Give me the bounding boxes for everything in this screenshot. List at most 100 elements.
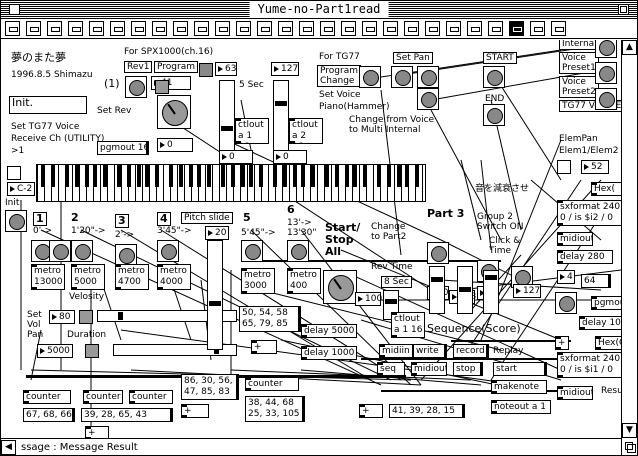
- delay5000-object[interactable]: delay 5000: [301, 324, 357, 338]
- c2-number[interactable]: C-2: [7, 182, 35, 196]
- slider-knob[interactable]: [275, 101, 287, 106]
- palette-tool-icon[interactable]: [152, 21, 167, 36]
- start-button[interactable]: [483, 66, 505, 88]
- spx-num-1[interactable]: 0: [219, 150, 253, 164]
- title-bar[interactable]: Yume-no-Part1read: [1, 1, 637, 19]
- list-object-2[interactable]: 86, 30, 56, 47, 85, 83: [181, 374, 239, 400]
- part3-slider-3[interactable]: [483, 270, 499, 314]
- ctlout-a216-object[interactable]: ctlout a 2 16: [289, 118, 323, 144]
- elem-toggle[interactable]: [557, 160, 571, 174]
- palette-tool-icon[interactable]: [47, 21, 62, 36]
- palette-tool-icon[interactable]: [110, 21, 125, 36]
- end-button[interactable]: [483, 104, 505, 126]
- n127-number[interactable]: 127: [271, 62, 299, 76]
- grow-box-icon[interactable]: [621, 437, 637, 455]
- section-4-button[interactable]: [157, 240, 179, 262]
- palette-tool-icon[interactable]: [320, 21, 335, 36]
- part3-button[interactable]: [427, 242, 449, 264]
- n52-number[interactable]: 52: [581, 160, 609, 174]
- palette-tool-icon[interactable]: [299, 21, 314, 36]
- slider-knob[interactable]: [118, 312, 123, 320]
- section-6-button[interactable]: [287, 240, 309, 262]
- n4-number[interactable]: 4: [557, 270, 575, 284]
- start-stop-dial[interactable]: [323, 270, 357, 304]
- n127b-number[interactable]: 127: [513, 284, 541, 298]
- write-message[interactable]: write: [413, 344, 447, 358]
- palette-tool-icon[interactable]: [341, 21, 356, 36]
- palette-tool-icon[interactable]: [530, 21, 545, 36]
- metro5000-object[interactable]: metro 5000: [71, 264, 105, 290]
- section-5-button[interactable]: [241, 240, 263, 262]
- scroll-down-arrow-icon[interactable]: ▼: [622, 423, 637, 438]
- palette-tool-icon[interactable]: [89, 21, 104, 36]
- metro13000-object[interactable]: metro 13000: [31, 264, 65, 290]
- spx-slider-1[interactable]: [219, 80, 235, 152]
- palette-tool-icon[interactable]: [131, 21, 146, 36]
- zoom-box[interactable]: [618, 4, 629, 15]
- set-pan-button-3[interactable]: [417, 88, 439, 110]
- voice-button-3[interactable]: [595, 88, 617, 110]
- horizontal-scrollbar[interactable]: ◀ ssage : Message Result: [1, 438, 622, 455]
- noteout-object[interactable]: noteout a 1: [491, 400, 551, 414]
- list-e[interactable]: 41, 39, 28, 15: [389, 404, 465, 418]
- slider-knob[interactable]: [209, 301, 221, 306]
- palette-tool-icon[interactable]: [5, 21, 20, 36]
- palette-tool-icon[interactable]: [446, 21, 461, 36]
- kslider-keyboard[interactable]: [36, 164, 426, 202]
- palette-tool-icon[interactable]: [236, 21, 251, 36]
- pgmout16-object[interactable]: pgmout 16: [97, 141, 149, 155]
- start-message[interactable]: start: [493, 362, 547, 376]
- plus-object-5[interactable]: +: [359, 404, 383, 418]
- kb-toggle[interactable]: [7, 166, 21, 180]
- vertical-scrollbar[interactable]: ▲ ▼: [621, 40, 637, 438]
- palette-tool-icon[interactable]: [509, 21, 524, 36]
- palette-tool-icon[interactable]: [26, 21, 41, 36]
- n100-number[interactable]: 100: [355, 292, 382, 306]
- palette-tool-icon[interactable]: [383, 21, 398, 36]
- ctlout-a116b-object[interactable]: ctlout a 1 16: [391, 312, 425, 338]
- palette-tool-icon[interactable]: [257, 21, 272, 36]
- palette-tool-icon[interactable]: [68, 21, 83, 36]
- plus-object-1[interactable]: +: [555, 336, 569, 350]
- init-button[interactable]: [5, 210, 27, 232]
- stop-message[interactable]: stop: [453, 362, 483, 376]
- palette-tool-icon[interactable]: [551, 21, 566, 36]
- record-message[interactable]: record: [453, 344, 489, 358]
- rev-dial[interactable]: [157, 95, 191, 129]
- plus-object-4[interactable]: +: [85, 426, 109, 438]
- pitch-slider[interactable]: [207, 240, 223, 350]
- slider-knob[interactable]: [221, 126, 233, 131]
- part3-slider-2[interactable]: [457, 266, 473, 314]
- aux-button[interactable]: [555, 292, 577, 314]
- section-1b-button[interactable]: [49, 240, 71, 262]
- spx-toggle[interactable]: [199, 63, 213, 77]
- palette-tool-icon[interactable]: [488, 21, 503, 36]
- metro3000-object[interactable]: metro 3000: [241, 268, 275, 294]
- palette-tool-icon[interactable]: [425, 21, 440, 36]
- voice-button-2[interactable]: [595, 62, 617, 84]
- slider-knob[interactable]: [485, 275, 497, 280]
- duration-number[interactable]: 5000: [37, 344, 73, 358]
- slider-knob[interactable]: [385, 299, 397, 304]
- counter-3-object[interactable]: counter: [129, 390, 173, 404]
- n63-number[interactable]: 63: [215, 62, 237, 76]
- palette-tool-icon[interactable]: [215, 21, 230, 36]
- section-3-button[interactable]: [115, 244, 137, 266]
- plus-object-3[interactable]: +: [181, 404, 209, 418]
- seq-object[interactable]: seq: [377, 362, 405, 376]
- makenote-object[interactable]: makenote: [491, 380, 547, 394]
- section-2-button[interactable]: [71, 240, 93, 262]
- metro4700-object[interactable]: metro 4700: [115, 264, 149, 290]
- rev-button[interactable]: [125, 76, 147, 98]
- counter-4-object[interactable]: counter: [245, 377, 299, 391]
- list-object-3[interactable]: 38, 44, 68 25, 33, 105: [245, 396, 305, 422]
- slider-knob[interactable]: [431, 277, 443, 282]
- midiout1-object[interactable]: midiout: [557, 232, 593, 246]
- delay1000-object[interactable]: delay 1000: [301, 346, 357, 360]
- midiout2-object[interactable]: midiout: [411, 362, 447, 376]
- rev-number[interactable]: 0: [157, 138, 193, 152]
- palette-tool-icon[interactable]: [278, 21, 293, 36]
- program-toggle[interactable]: [155, 80, 169, 94]
- part3-slider-1[interactable]: [429, 266, 445, 314]
- palette-tool-icon[interactable]: [194, 21, 209, 36]
